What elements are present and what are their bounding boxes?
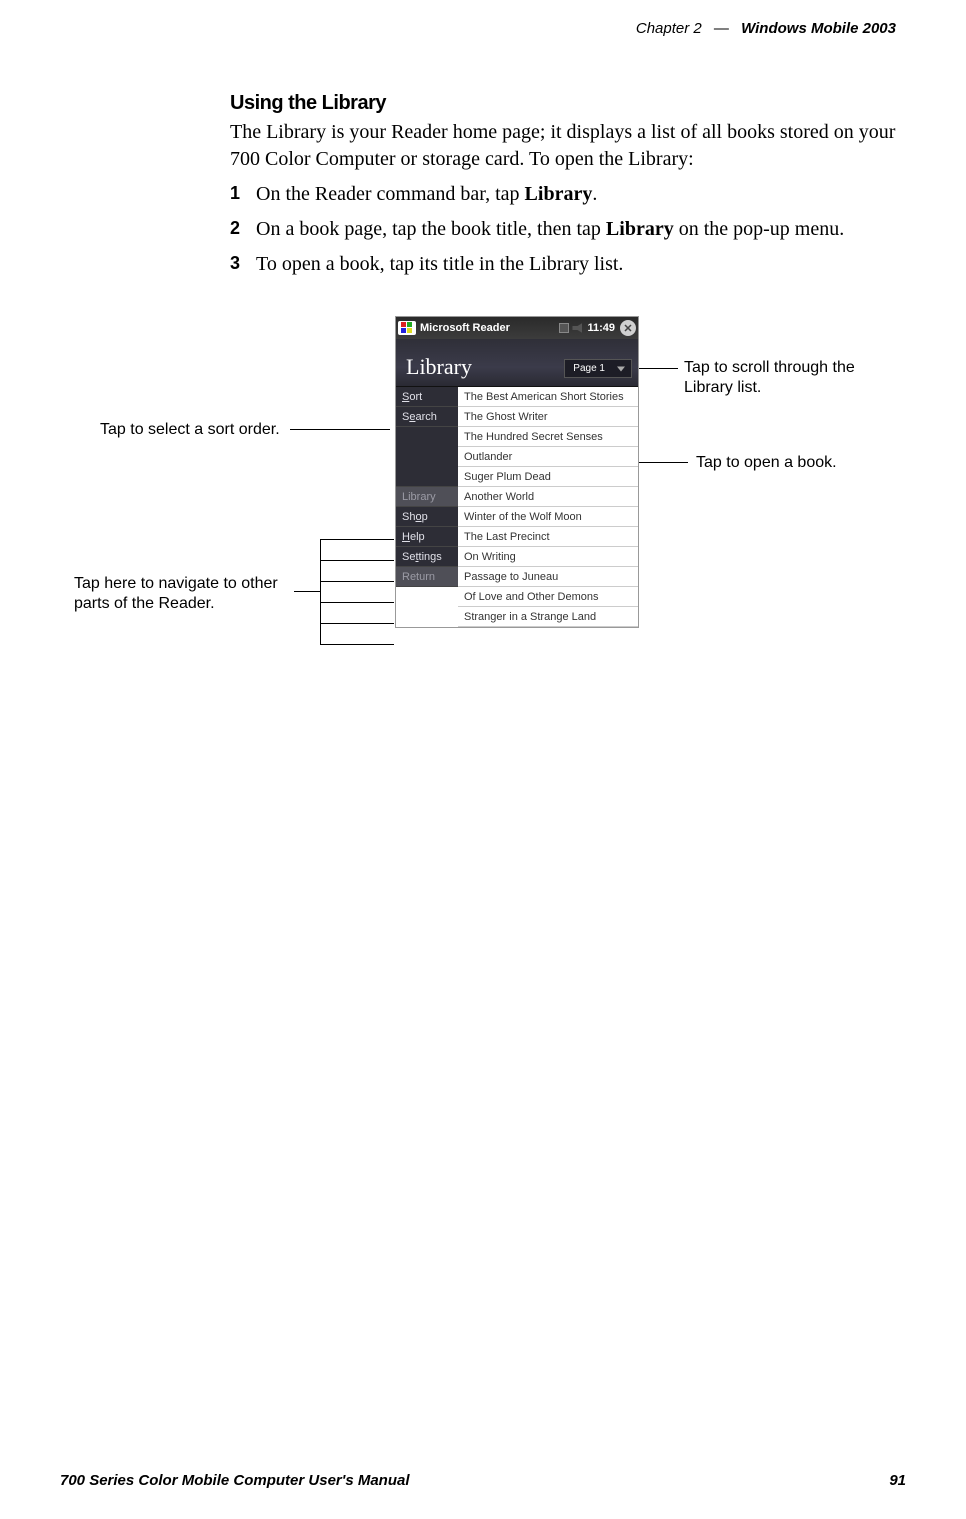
system-tray: 11:49 ✕	[559, 320, 636, 336]
device-screenshot: Microsoft Reader 11:49 ✕ Library Page 1 …	[395, 316, 639, 628]
footer-page-number: 91	[889, 1472, 906, 1489]
sidebar-search[interactable]: Search	[396, 407, 458, 427]
sidebar-sort[interactable]: Sort	[396, 387, 458, 407]
titlebar-app-name: Microsoft Reader	[420, 322, 559, 334]
header-chapter: Chapter 2	[636, 20, 702, 37]
close-icon[interactable]: ✕	[620, 320, 636, 336]
list-item[interactable]: The Best American Short Stories	[458, 387, 638, 407]
callout-nav: Tap here to navigate to other parts of t…	[74, 574, 294, 614]
list-item[interactable]: The Last Precinct	[458, 527, 638, 547]
section-intro: The Library is your Reader home page; it…	[230, 119, 910, 173]
annotated-figure: Tap to select a sort order. Tap here to …	[160, 316, 940, 676]
footer-manual-title: 700 Series Color Mobile Computer User's …	[60, 1472, 410, 1489]
callout-line	[638, 462, 688, 463]
list-item[interactable]: The Ghost Writer	[458, 407, 638, 427]
callout-line	[320, 602, 394, 603]
speaker-icon[interactable]	[572, 323, 582, 333]
library-body: Sort Search Library Shop Help Settings R…	[396, 387, 638, 627]
callout-line	[294, 591, 320, 592]
list-item[interactable]: Of Love and Other Demons	[458, 587, 638, 607]
step-2: 2 On a book page, tap the book title, th…	[230, 216, 910, 243]
library-title: Library	[406, 354, 472, 380]
sidebar-spacer	[396, 427, 458, 487]
list-item[interactable]: Winter of the Wolf Moon	[458, 507, 638, 527]
header-title: Windows Mobile 2003	[741, 20, 896, 37]
callout-line	[638, 368, 678, 369]
callout-line	[320, 644, 394, 645]
sidebar-return: Return	[396, 567, 458, 587]
list-item[interactable]: Passage to Juneau	[458, 567, 638, 587]
step-3: 3 To open a book, tap its title in the L…	[230, 251, 910, 278]
connectivity-icon[interactable]	[559, 323, 569, 333]
sidebar-shop[interactable]: Shop	[396, 507, 458, 527]
header-dash: —	[714, 20, 729, 37]
step-text: To open a book, tap its title in the Lib…	[256, 251, 910, 278]
callout-line	[320, 539, 394, 540]
step-1: 1 On the Reader command bar, tap Library…	[230, 181, 910, 208]
step-text: On a book page, tap the book title, then…	[256, 216, 910, 243]
list-item[interactable]: On Writing	[458, 547, 638, 567]
callout-sort: Tap to select a sort order.	[100, 420, 280, 440]
step-number: 1	[230, 181, 256, 208]
callout-line	[320, 581, 394, 582]
sidebar-settings[interactable]: Settings	[396, 547, 458, 567]
callout-open: Tap to open a book.	[696, 453, 837, 473]
device-titlebar: Microsoft Reader 11:49 ✕	[396, 317, 638, 339]
page-footer: 700 Series Color Mobile Computer User's …	[60, 1472, 906, 1489]
callout-scroll: Tap to scroll through the Library list.	[684, 358, 864, 398]
clock-text[interactable]: 11:49	[587, 322, 615, 334]
start-flag-icon[interactable]	[398, 321, 416, 335]
list-item[interactable]: Stranger in a Strange Land	[458, 607, 638, 627]
running-header: Chapter 2 — Windows Mobile 2003	[60, 20, 896, 37]
list-item[interactable]: Another World	[458, 487, 638, 507]
step-number: 2	[230, 216, 256, 243]
callout-line	[320, 623, 394, 624]
sidebar-library: Library	[396, 487, 458, 507]
steps-list: 1 On the Reader command bar, tap Library…	[230, 181, 910, 278]
step-number: 3	[230, 251, 256, 278]
callout-line	[320, 560, 394, 561]
sidebar: Sort Search Library Shop Help Settings R…	[396, 387, 458, 627]
library-header: Library Page 1	[396, 339, 638, 387]
book-list: The Best American Short Stories The Ghos…	[458, 387, 638, 627]
step-text: On the Reader command bar, tap Library.	[256, 181, 910, 208]
callout-line	[320, 539, 321, 644]
list-item[interactable]: Suger Plum Dead	[458, 467, 638, 487]
callout-line	[290, 429, 390, 430]
list-item[interactable]: Outlander	[458, 447, 638, 467]
section-title: Using the Library	[230, 92, 910, 115]
page-indicator[interactable]: Page 1	[564, 359, 632, 378]
list-item[interactable]: The Hundred Secret Senses	[458, 427, 638, 447]
sidebar-help[interactable]: Help	[396, 527, 458, 547]
